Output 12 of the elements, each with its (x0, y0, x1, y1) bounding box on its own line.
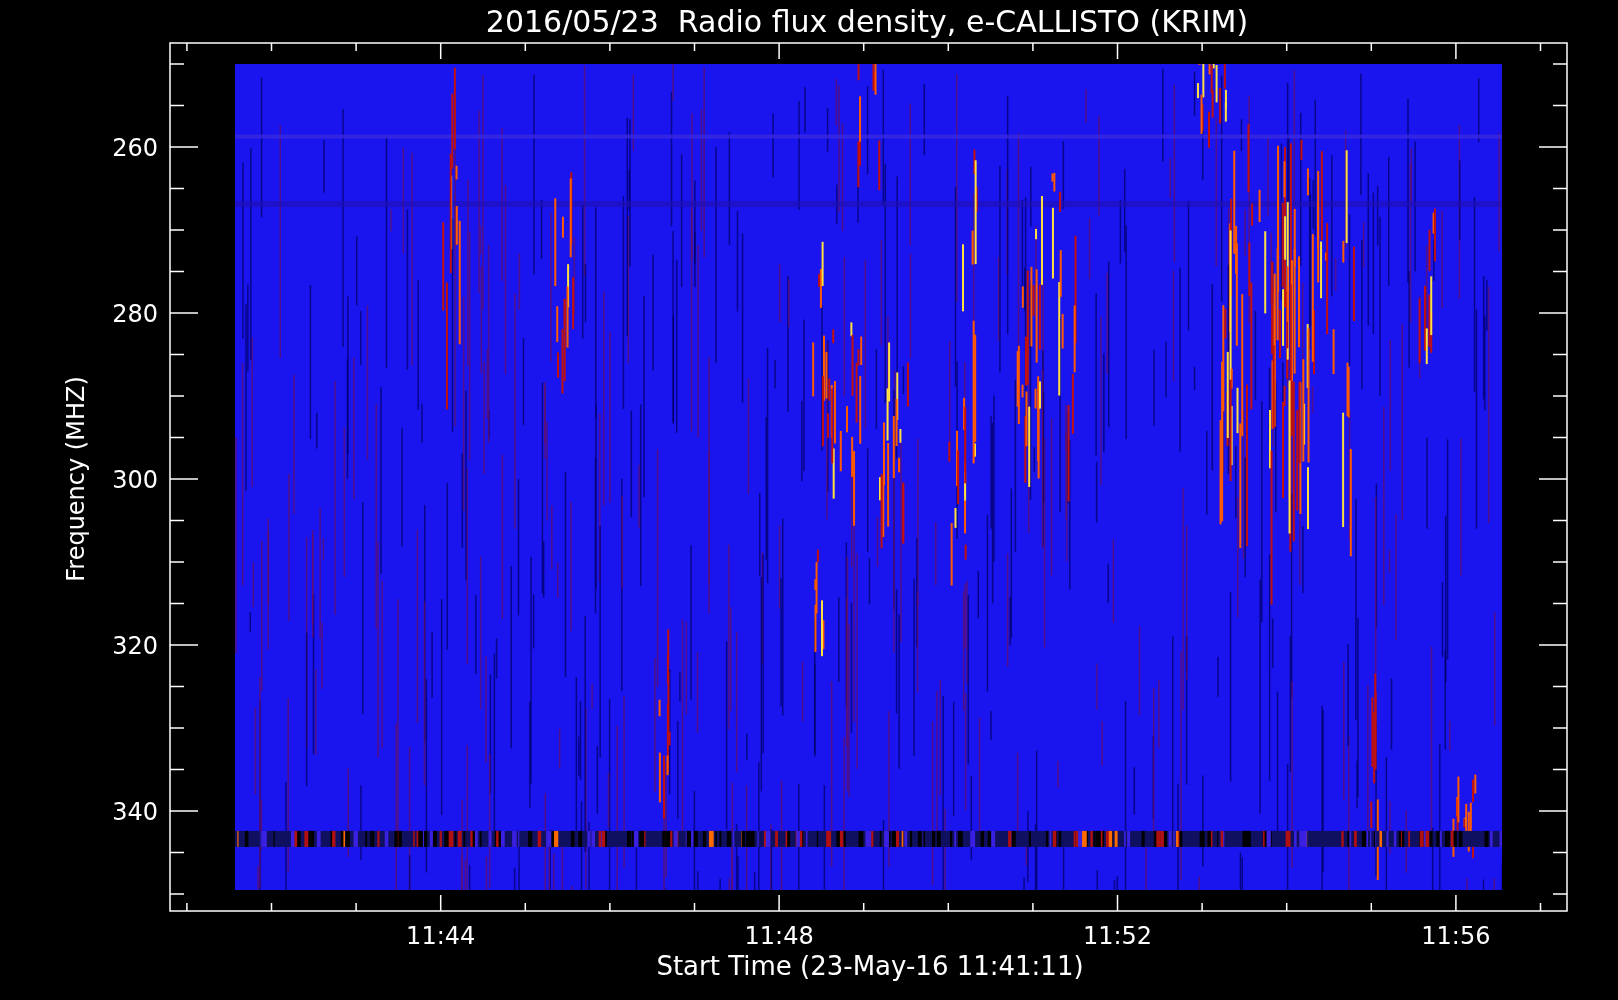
tick-label: 11:56 (1421, 922, 1491, 950)
axis-label: Start Time (23-May-16 11:41:11) (656, 951, 1084, 981)
tick-label: 260 (112, 134, 158, 162)
tick-label: 320 (112, 632, 158, 660)
tick-label: 11:52 (1082, 922, 1153, 950)
tick-label: 280 (112, 300, 158, 328)
tick-label: 11:48 (744, 922, 814, 950)
axis-label: Frequency (MHZ) (62, 376, 90, 582)
tick-label: 11:44 (406, 922, 476, 950)
tick-label: 300 (112, 466, 158, 494)
tick-label: 340 (112, 798, 158, 826)
plot-title: 2016/05/23 Radio flux density, e-CALLISTO (KRIM) (485, 4, 1249, 39)
